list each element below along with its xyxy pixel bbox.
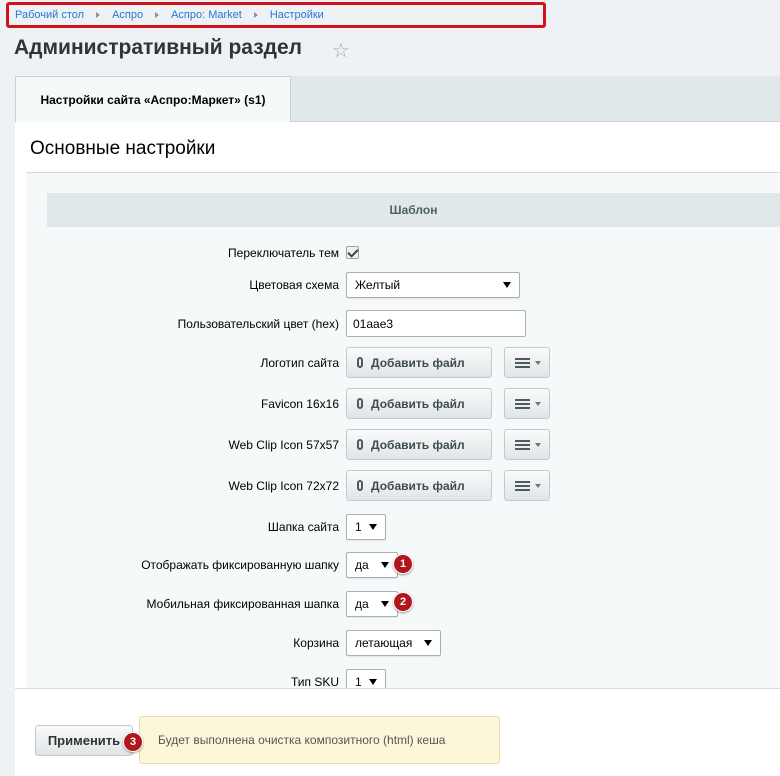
webclip57-menu-button[interactable]	[504, 429, 550, 460]
chevron-down-icon	[535, 360, 541, 365]
row-webclip57: Web Clip Icon 57x57 Добавить файл	[26, 429, 780, 460]
header-select[interactable]: 1	[346, 514, 386, 540]
paperclip-icon	[357, 398, 363, 409]
chevron-down-icon	[503, 282, 511, 288]
step-badge-2: 2	[393, 592, 413, 612]
apply-button[interactable]: Применить	[35, 725, 133, 756]
page-title: Административный раздел	[14, 36, 303, 59]
header-value: 1	[355, 520, 362, 534]
mobile-fixed-select[interactable]: да	[346, 591, 398, 617]
fixed-header-select[interactable]: да	[346, 552, 398, 578]
paperclip-icon	[357, 439, 363, 450]
breadcrumb-item-aspro[interactable]: Аспро	[112, 9, 143, 21]
theme-switch-checkbox[interactable]	[346, 246, 359, 259]
chevron-down-icon	[381, 601, 389, 607]
webclip72-add-file-button[interactable]: Добавить файл	[346, 470, 492, 501]
row-fixed-header: Отображать фиксированную шапку да 1	[26, 552, 780, 578]
row-custom-color: Пользовательский цвет (hex)	[26, 310, 780, 338]
chevron-right-icon	[253, 12, 258, 18]
breadcrumb-item-settings[interactable]: Настройки	[270, 9, 324, 21]
chevron-right-icon	[155, 12, 160, 18]
menu-icon	[515, 397, 530, 411]
menu-icon	[515, 356, 530, 370]
webclip57-add-file-button[interactable]: Добавить файл	[346, 429, 492, 460]
breadcrumb: Рабочий стол Аспро Аспро: Market Настрой…	[6, 2, 546, 28]
settings-panel: Основные настройки Шаблон Переключатель …	[15, 122, 780, 688]
paperclip-icon	[357, 357, 363, 368]
webclip72-label: Web Clip Icon 72x72	[228, 479, 339, 493]
step-badge-1: 1	[393, 554, 413, 574]
menu-icon	[515, 479, 530, 493]
row-theme-switch: Переключатель тем	[26, 243, 780, 263]
favicon-label: Favicon 16x16	[260, 397, 339, 411]
basket-select[interactable]: летающая	[346, 630, 441, 656]
row-basket: Корзина летающая	[26, 630, 780, 656]
color-scheme-label: Цветовая схема	[249, 278, 339, 292]
sku-type-select[interactable]: 1	[346, 669, 386, 688]
webclip72-add-file-label: Добавить файл	[371, 478, 465, 493]
color-scheme-select[interactable]: Желтый	[346, 272, 520, 298]
row-mobile-fixed: Мобильная фиксированная шапка да 2	[26, 591, 780, 617]
step-badge-3: 3	[123, 732, 143, 752]
chevron-down-icon	[535, 483, 541, 488]
section-title: Основные настройки	[30, 138, 216, 159]
chevron-down-icon	[535, 442, 541, 447]
favicon-menu-button[interactable]	[504, 388, 550, 419]
sku-type-label: Тип SKU	[290, 675, 339, 688]
cache-clear-note: Будет выполнена очистка композитного (ht…	[139, 716, 500, 764]
chevron-down-icon	[369, 524, 377, 530]
chevron-down-icon	[381, 562, 389, 568]
menu-icon	[515, 438, 530, 452]
group-header-template: Шаблон	[47, 193, 780, 227]
logo-add-file-label: Добавить файл	[371, 355, 465, 370]
form-footer: Применить Будет выполнена очистка композ…	[15, 688, 780, 776]
fixed-header-label: Отображать фиксированную шапку	[141, 558, 339, 572]
row-logo: Логотип сайта Добавить файл	[26, 347, 780, 378]
chevron-down-icon	[535, 401, 541, 406]
row-favicon: Favicon 16x16 Добавить файл	[26, 388, 780, 419]
color-scheme-value: Желтый	[355, 278, 401, 292]
mobile-fixed-label: Мобильная фиксированная шапка	[146, 597, 339, 611]
webclip72-menu-button[interactable]	[504, 470, 550, 501]
webclip57-add-file-label: Добавить файл	[371, 437, 465, 452]
logo-add-file-button[interactable]: Добавить файл	[346, 347, 492, 378]
favicon-add-file-button[interactable]: Добавить файл	[346, 388, 492, 419]
chevron-down-icon	[369, 679, 377, 685]
custom-color-label: Пользовательский цвет (hex)	[177, 317, 339, 331]
breadcrumb-item-desktop[interactable]: Рабочий стол	[15, 9, 84, 21]
tab-site-settings[interactable]: Настройки сайта «Аспро:Маркет» (s1)	[15, 76, 291, 122]
paperclip-icon	[357, 480, 363, 491]
settings-form[interactable]: Шаблон Переключатель тем Цветовая схема …	[26, 173, 780, 688]
sku-type-value: 1	[355, 675, 362, 688]
logo-label: Логотип сайта	[260, 356, 339, 370]
logo-menu-button[interactable]	[504, 347, 550, 378]
chevron-down-icon	[424, 640, 432, 646]
row-webclip72: Web Clip Icon 72x72 Добавить файл	[26, 470, 780, 501]
favicon-add-file-label: Добавить файл	[371, 396, 465, 411]
webclip57-label: Web Clip Icon 57x57	[228, 438, 339, 452]
mobile-fixed-value: да	[355, 597, 369, 611]
basket-value: летающая	[355, 636, 413, 650]
tab-bar: Настройки сайта «Аспро:Маркет» (s1)	[15, 76, 780, 122]
basket-label: Корзина	[293, 636, 339, 650]
star-icon[interactable]: ☆	[332, 38, 350, 63]
breadcrumb-item-aspro-market[interactable]: Аспро: Market	[171, 9, 242, 21]
chevron-right-icon	[96, 12, 101, 18]
row-header: Шапка сайта 1	[26, 514, 780, 540]
row-sku-type: Тип SKU 1	[26, 669, 780, 688]
custom-color-input[interactable]	[346, 310, 526, 337]
fixed-header-value: да	[355, 558, 369, 572]
header-label: Шапка сайта	[267, 520, 339, 534]
theme-switch-label: Переключатель тем	[228, 246, 339, 260]
row-color-scheme: Цветовая схема Желтый	[26, 271, 780, 299]
